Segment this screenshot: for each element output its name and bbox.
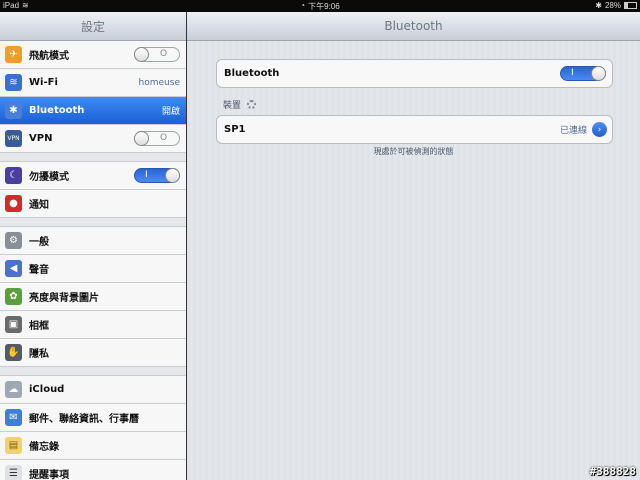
bluetooth-detail-pane: Bluetooth Bluetooth I 裝置 SP1 已連線 › 現處於可被…	[187, 12, 640, 480]
sidebar-item-general[interactable]: ⚙ 一般	[0, 227, 186, 255]
notifications-icon: ●	[5, 195, 22, 212]
sidebar-item-airplane-mode[interactable]: ✈ 飛航模式 O	[0, 41, 186, 69]
bluetooth-status-icon: ✱	[595, 1, 602, 10]
airplane-icon: ✈	[5, 46, 22, 63]
battery-icon	[624, 2, 637, 9]
sidebar-title: 設定	[80, 19, 105, 34]
settings-sidebar: 設定 ✈ 飛航模式 O ≋ Wi-Fi homeuse ✱ Bluetooth …	[0, 12, 187, 480]
bluetooth-toggle[interactable]: I	[560, 66, 606, 81]
sidebar-item-label: 隱私	[29, 349, 49, 360]
status-bar: iPad ≋ ◔ 下午9:06 ✱ 28%	[0, 0, 640, 12]
section-divider	[0, 153, 186, 162]
detail-disclosure-icon[interactable]: ›	[592, 122, 607, 137]
moon-icon: ☾	[5, 167, 22, 184]
sidebar-item-label: 亮度與背景圖片	[29, 293, 99, 304]
notes-icon: ▤	[5, 437, 22, 454]
sidebar-header: 設定	[0, 12, 186, 41]
sidebar-item-label: Wi-Fi	[29, 77, 58, 88]
sidebar-item-mail-contacts-calendars[interactable]: ✉ 郵件、聯絡資訊、行事曆	[0, 404, 186, 432]
sidebar-item-label: 勿擾模式	[29, 172, 69, 183]
sidebar-item-label: 備忘錄	[29, 442, 59, 453]
sidebar-item-privacy[interactable]: ✋ 隱私	[0, 339, 186, 367]
devices-section-label: 裝置	[223, 101, 242, 111]
discoverable-note: 現處於可被偵測的狀態	[373, 147, 454, 156]
sidebar-item-wifi[interactable]: ≋ Wi-Fi homeuse	[0, 69, 186, 97]
battery-percent: 28%	[604, 1, 621, 10]
devices-section-header: 裝置	[223, 98, 257, 111]
airplane-mode-toggle[interactable]: O	[134, 47, 180, 62]
sidebar-item-label: 通知	[29, 200, 49, 211]
status-time: 下午9:06	[308, 2, 340, 11]
sidebar-item-bluetooth[interactable]: ✱ Bluetooth 開啟	[0, 97, 186, 125]
bluetooth-toggle-row[interactable]: Bluetooth I	[217, 60, 612, 87]
speaker-icon: ◀	[5, 260, 22, 277]
picture-frame-icon: ▣	[5, 316, 22, 333]
watermark-text: #388828	[589, 465, 636, 478]
sidebar-item-label: 相框	[29, 321, 49, 332]
hand-icon: ✋	[5, 344, 22, 361]
flower-icon: ✿	[5, 288, 22, 305]
bluetooth-state-value: 開啟	[161, 107, 180, 117]
sidebar-item-notifications[interactable]: ● 通知	[0, 190, 186, 218]
device-status: 已連線	[559, 126, 587, 136]
section-divider	[0, 367, 186, 376]
sidebar-item-label: 飛航模式	[29, 51, 69, 62]
wifi-network-value: homeuse	[138, 77, 180, 88]
do-not-disturb-toggle[interactable]: I	[134, 168, 180, 183]
sidebar-item-label: iCloud	[29, 384, 65, 395]
sidebar-item-label: VPN	[29, 133, 53, 144]
sidebar-item-brightness-wallpaper[interactable]: ✿ 亮度與背景圖片	[0, 283, 186, 311]
sidebar-item-do-not-disturb[interactable]: ☾ 勿擾模式 I	[0, 162, 186, 190]
vpn-toggle[interactable]: O	[134, 131, 180, 146]
sidebar-item-notes[interactable]: ▤ 備忘錄	[0, 432, 186, 460]
sidebar-item-label: 聲音	[29, 265, 49, 276]
sidebar-item-icloud[interactable]: ☁ iCloud	[0, 376, 186, 404]
device-name: SP1	[224, 124, 246, 135]
alarm-icon: ◔	[300, 1, 306, 10]
bluetooth-icon: ✱	[5, 102, 22, 119]
sidebar-item-picture-frame[interactable]: ▣ 相框	[0, 311, 186, 339]
sidebar-item-label: 一般	[29, 237, 49, 248]
sidebar-item-label: 郵件、聯絡資訊、行事曆	[29, 414, 139, 425]
sidebar-item-sounds[interactable]: ◀ 聲音	[0, 255, 186, 283]
reminders-icon: ☰	[5, 465, 22, 480]
sidebar-item-reminders[interactable]: ☰ 提醒事項	[0, 460, 186, 480]
devices-group: SP1 已連線 ›	[216, 115, 613, 144]
sidebar-item-label: Bluetooth	[29, 105, 85, 116]
section-divider	[0, 218, 186, 227]
cloud-icon: ☁	[5, 381, 22, 398]
page-title: Bluetooth	[384, 19, 443, 33]
bluetooth-row-label: Bluetooth	[224, 68, 280, 79]
device-row-sp1[interactable]: SP1 已連線 ›	[217, 116, 612, 143]
searching-spinner-icon	[247, 100, 257, 109]
bluetooth-setting-group: Bluetooth I	[216, 59, 613, 88]
wifi-icon: ≋	[5, 74, 22, 91]
vpn-icon: VPN	[5, 130, 22, 147]
gear-icon: ⚙	[5, 232, 22, 249]
mail-icon: ✉	[5, 409, 22, 426]
detail-header: Bluetooth	[187, 12, 640, 41]
sidebar-item-label: 提醒事項	[29, 470, 69, 480]
sidebar-item-vpn[interactable]: VPN VPN O	[0, 125, 186, 153]
